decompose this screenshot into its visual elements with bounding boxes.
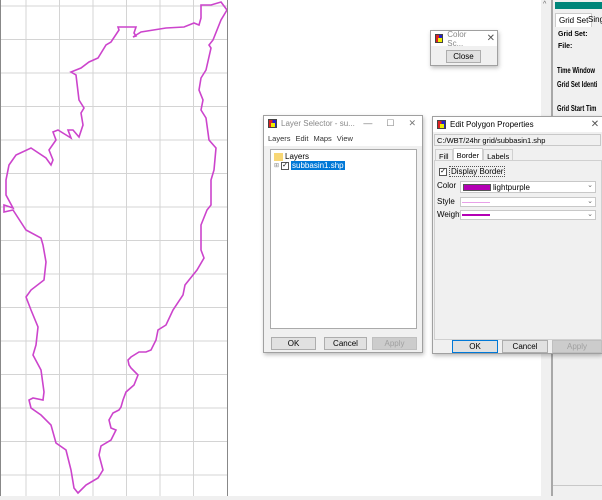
color-swatch (463, 184, 491, 191)
color-select[interactable]: lightpurple ⌄ (460, 181, 596, 193)
layer-selector-window: Layer Selector - su... — ☐ ✕ Layers Edit M… (263, 115, 423, 353)
display-border-label: Display Border (449, 166, 506, 177)
grid-set-label: Grid Set: (558, 31, 588, 38)
tree-root-label: Layers (285, 152, 310, 161)
chevron-down-icon: ⌄ (587, 211, 593, 218)
window-title: Edit Polygon Properties (450, 120, 534, 129)
scroll-up-icon[interactable]: ^ (543, 1, 546, 8)
color-label: Color (437, 181, 457, 190)
close-button[interactable]: Close (446, 50, 481, 63)
grid-start-time-label: Grid Start Tim (557, 104, 597, 113)
menu-edit[interactable]: Edit (296, 134, 309, 143)
menu-maps[interactable]: Maps (313, 134, 331, 143)
map-canvas[interactable] (0, 0, 228, 496)
app-icon (435, 34, 444, 43)
apply-button[interactable]: Apply (372, 337, 417, 350)
layer-checkbox[interactable]: ✓ (281, 161, 290, 170)
tab-single[interactable]: Sing (588, 15, 602, 24)
weight-select[interactable]: ⌄ (460, 210, 596, 220)
window-title: Color Sc... (447, 29, 467, 48)
edit-polygon-window: Edit Polygon Properties ✕ C:/WBT/24hr gri… (432, 116, 602, 354)
app-icon (268, 119, 277, 128)
display-border-checkbox[interactable]: ✓ (439, 167, 447, 176)
ok-button[interactable]: OK (271, 337, 316, 350)
window-title: Layer Selector - su... (281, 119, 355, 128)
tab-grid-set[interactable]: Grid Set (555, 13, 593, 27)
cancel-button[interactable]: Cancel (502, 340, 548, 353)
menu-layers[interactable]: Layers (268, 134, 291, 143)
chevron-down-icon: ⌄ (587, 182, 593, 189)
time-window-label: Time Window (557, 66, 595, 75)
file-label: File: (558, 43, 573, 50)
close-icon[interactable]: ✕ (588, 119, 602, 130)
minimize-icon[interactable]: — (363, 118, 372, 129)
apply-button[interactable]: Apply (552, 340, 602, 353)
layer-item[interactable]: subbasin1.shp (291, 161, 345, 170)
weight-label: Weight (437, 210, 462, 219)
maximize-icon[interactable]: ☐ (386, 118, 394, 129)
menu-view[interactable]: View (337, 134, 353, 143)
file-path: C:/WBT/24hr grid/subbasin1.shp (434, 134, 601, 146)
chevron-down-icon: ⌄ (587, 198, 593, 205)
cancel-button[interactable]: Cancel (324, 337, 367, 350)
ok-button[interactable]: OK (452, 340, 498, 353)
expand-icon[interactable]: ⊞ (274, 162, 279, 169)
weight-line-preview (462, 214, 490, 216)
folder-icon (274, 152, 283, 161)
map-svg (1, 0, 228, 496)
close-icon[interactable]: ✕ (485, 33, 497, 44)
style-select[interactable]: ⌄ (460, 197, 596, 207)
color-scale-window: Color Sc... ✕ Close (430, 30, 498, 66)
app-icon (437, 120, 446, 129)
layer-tree[interactable]: Layers ⊞ ✓ subbasin1.shp (270, 149, 417, 329)
style-line-preview (462, 202, 490, 203)
accent-bar (555, 2, 602, 9)
grid-set-identifier-label: Grid Set Identi (557, 80, 598, 89)
style-label: Style (437, 197, 455, 206)
color-value: lightpurple (493, 183, 530, 192)
close-icon[interactable]: ✕ (408, 118, 416, 129)
